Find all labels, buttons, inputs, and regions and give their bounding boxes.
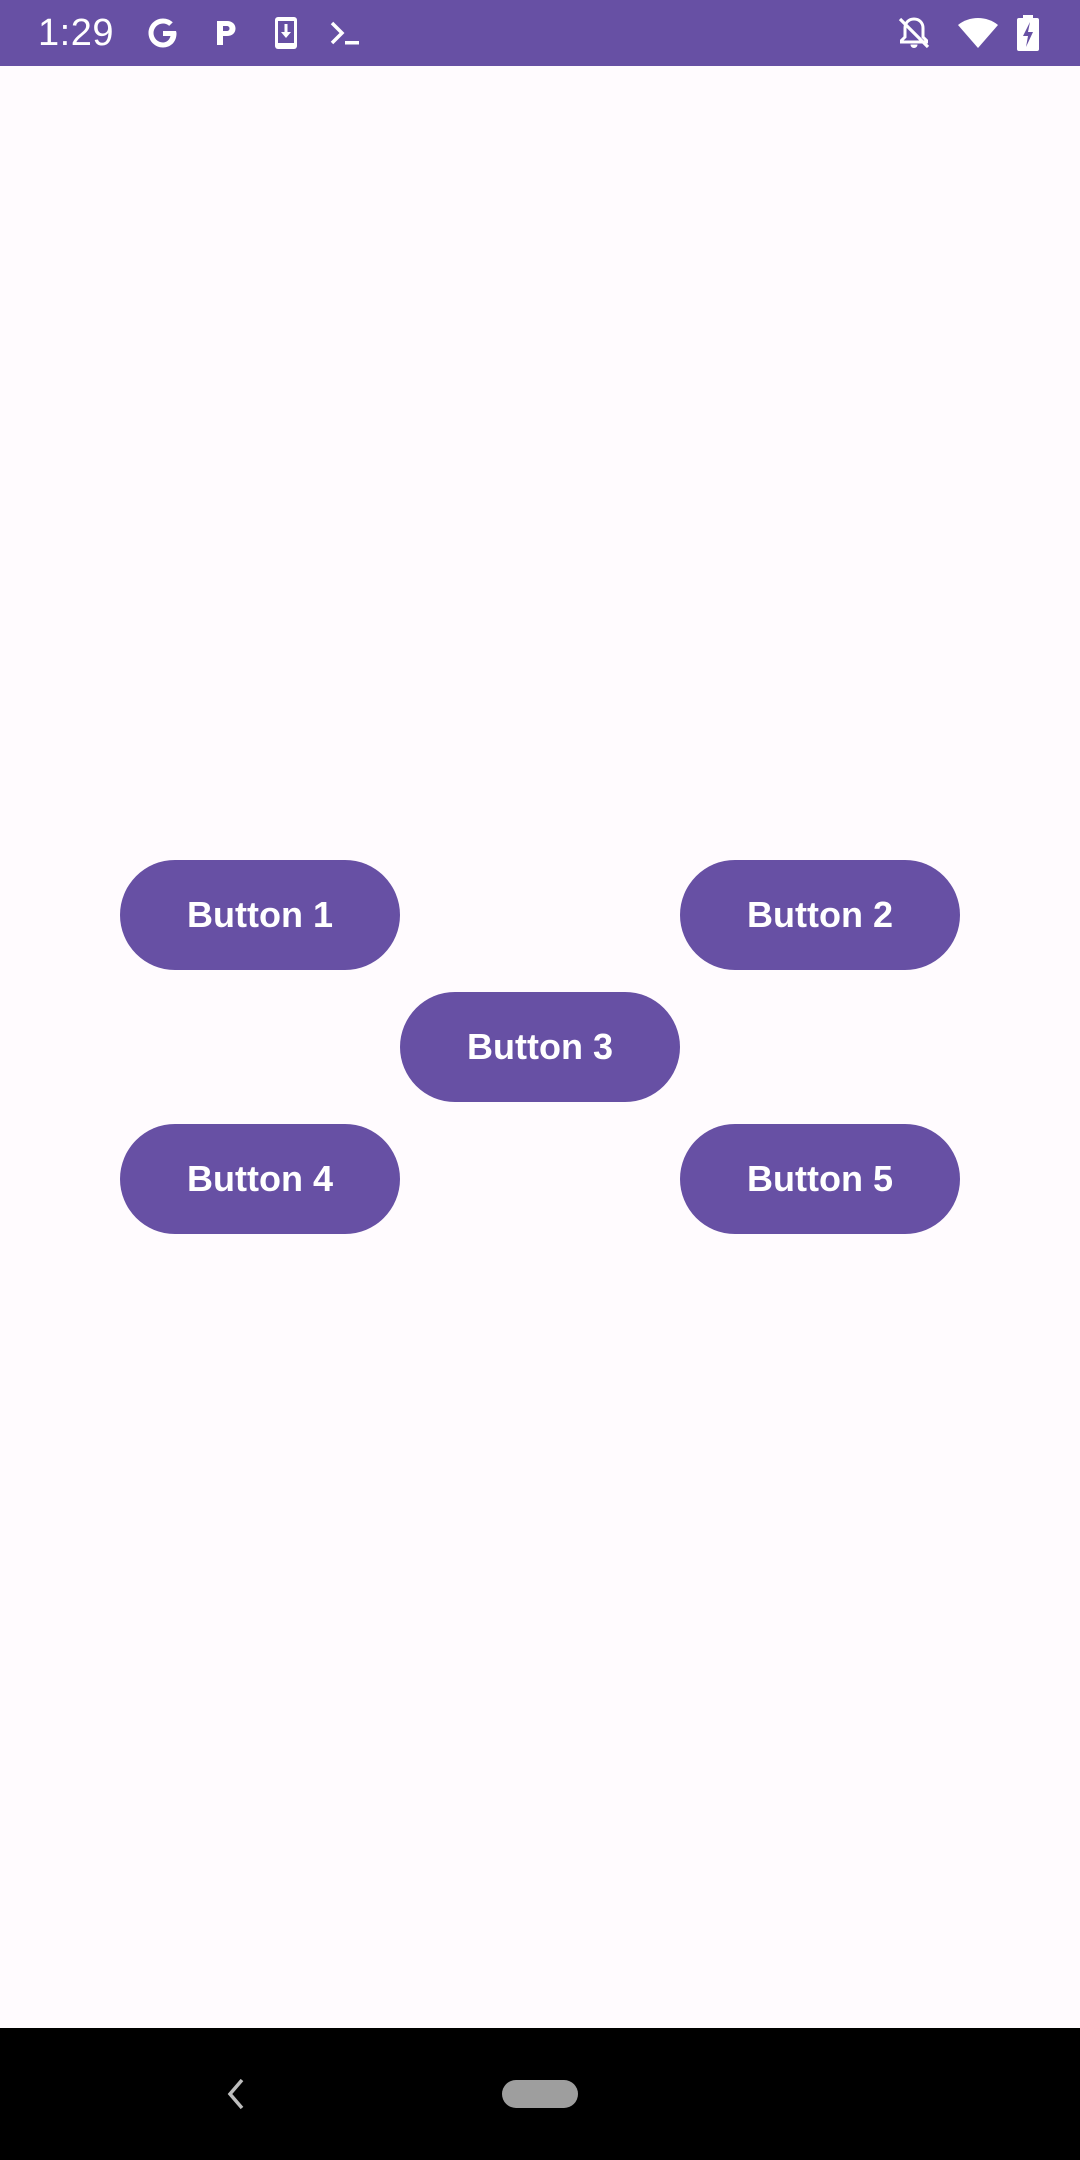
button-5[interactable]: Button 5	[680, 1124, 960, 1234]
notifications-off-icon	[894, 13, 934, 53]
back-icon[interactable]	[220, 2074, 250, 2114]
status-time: 1:29	[38, 12, 114, 54]
home-pill[interactable]	[502, 2080, 578, 2108]
navigation-bar	[0, 2028, 1080, 2160]
status-bar: 1:29	[0, 0, 1080, 66]
button-1[interactable]: Button 1	[120, 860, 400, 970]
google-icon	[143, 13, 183, 53]
battery-charging-icon	[1014, 13, 1042, 53]
button-2[interactable]: Button 2	[680, 860, 960, 970]
button-3[interactable]: Button 3	[400, 992, 680, 1102]
main-content: Button 1 Button 2 Button 3 Button 4 Butt…	[0, 66, 1080, 2028]
download-icon	[266, 13, 306, 53]
parking-icon	[205, 13, 245, 53]
terminal-icon	[326, 13, 366, 53]
button-4[interactable]: Button 4	[120, 1124, 400, 1234]
wifi-icon	[956, 13, 1000, 53]
